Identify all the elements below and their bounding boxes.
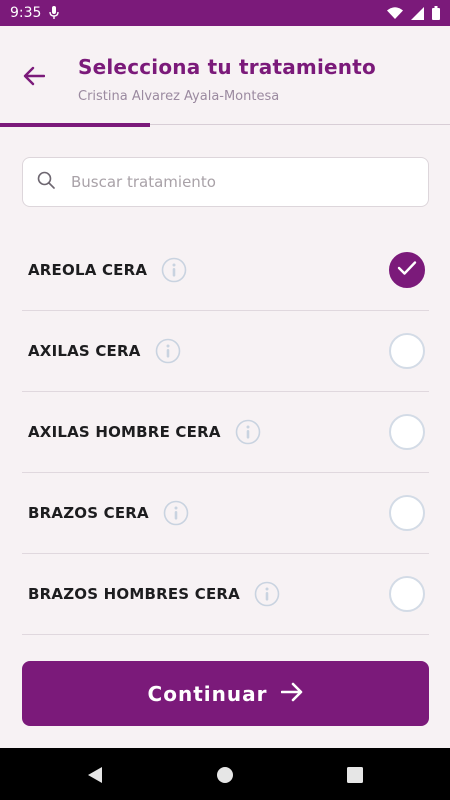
status-left: 9:35 <box>10 5 60 21</box>
cellular-icon <box>411 6 424 20</box>
system-nav-bar <box>0 748 450 800</box>
treatment-row-brazos-cera[interactable]: BRAZOS CERA <box>22 473 429 554</box>
treatment-label: AREOLA CERA <box>28 261 148 279</box>
search-icon <box>37 171 55 193</box>
treatment-list: AREOLA CERA AXILAS CERA AXILAS HOMBRE CE… <box>22 230 429 635</box>
checkmark-icon <box>397 260 417 280</box>
treatment-checkbox[interactable] <box>389 414 425 450</box>
status-right <box>387 6 440 20</box>
page-title: Selecciona tu tratamiento <box>78 55 376 79</box>
header: Selecciona tu tratamiento Cristina Alvar… <box>0 26 450 124</box>
treatment-label: BRAZOS CERA <box>28 504 149 522</box>
nav-home-icon[interactable] <box>214 764 236 786</box>
treatment-checkbox[interactable] <box>389 495 425 531</box>
continue-label: Continuar <box>147 681 268 706</box>
treatment-row-areola-cera[interactable]: AREOLA CERA <box>22 230 429 311</box>
treatment-label: AXILAS CERA <box>28 342 141 360</box>
arrow-left-icon <box>23 66 46 90</box>
treatment-checkbox[interactable] <box>389 333 425 369</box>
treatment-label: AXILAS HOMBRE CERA <box>28 423 221 441</box>
info-icon[interactable] <box>235 419 261 445</box>
continue-button[interactable]: Continuar <box>22 661 429 726</box>
info-icon[interactable] <box>161 257 187 283</box>
status-time: 9:35 <box>10 5 42 21</box>
treatment-checkbox[interactable] <box>389 576 425 612</box>
progress-bar <box>0 123 150 127</box>
info-icon[interactable] <box>163 500 189 526</box>
treatment-label: BRAZOS HOMBRES CERA <box>28 585 240 603</box>
mic-icon <box>49 6 60 20</box>
wifi-icon <box>387 7 403 19</box>
info-icon[interactable] <box>254 581 280 607</box>
client-name: Cristina Alvarez Ayala-Montesa <box>78 89 280 104</box>
info-icon[interactable] <box>155 338 181 364</box>
treatment-checkbox[interactable] <box>389 252 425 288</box>
treatment-row-brazos-hombres-cera[interactable]: BRAZOS HOMBRES CERA <box>22 554 429 635</box>
treatment-row-axilas-cera[interactable]: AXILAS CERA <box>22 311 429 392</box>
back-button[interactable] <box>18 64 50 92</box>
nav-back-icon[interactable] <box>84 764 106 786</box>
status-bar: 9:35 <box>0 0 450 26</box>
arrow-right-icon <box>281 682 303 706</box>
battery-icon <box>432 6 440 20</box>
treatment-row-axilas-hombre-cera[interactable]: AXILAS HOMBRE CERA <box>22 392 429 473</box>
search-input[interactable] <box>71 173 371 191</box>
nav-recents-icon[interactable] <box>344 764 366 786</box>
search-box[interactable] <box>22 157 429 207</box>
